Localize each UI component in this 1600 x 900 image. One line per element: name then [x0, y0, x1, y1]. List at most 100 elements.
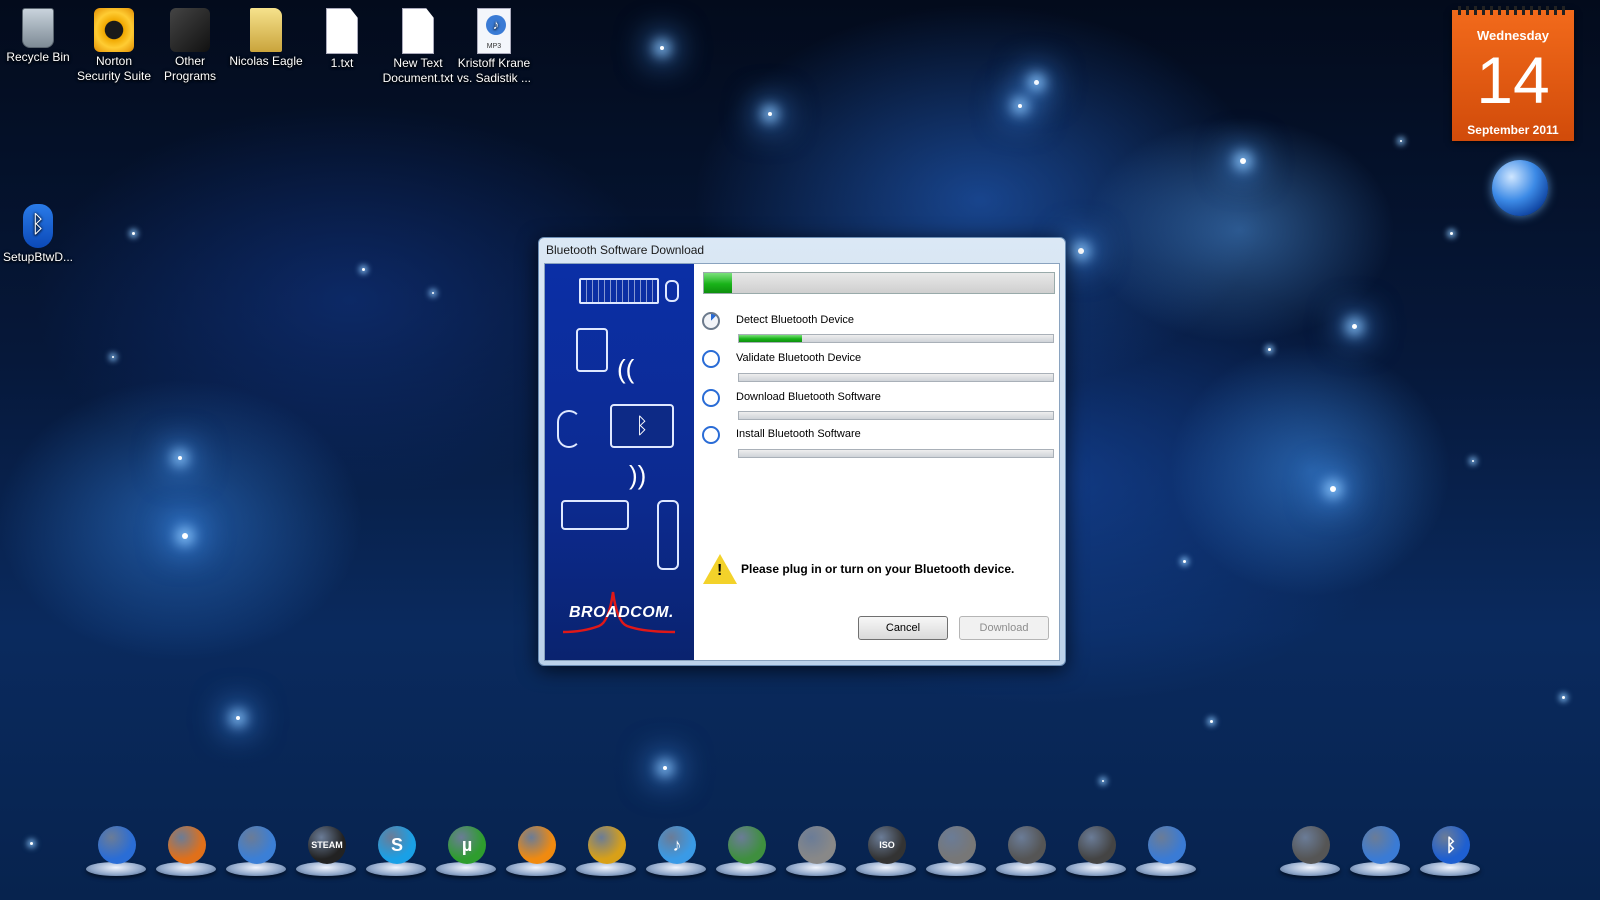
dock-pedestal: [366, 862, 426, 876]
dock-item[interactable]: [84, 818, 148, 882]
desktop-icon-nicolas-eagle[interactable]: Nicolas Eagle: [228, 2, 304, 69]
step-progress-bar: [738, 334, 1054, 343]
dock-item[interactable]: [574, 818, 638, 882]
desktop-icon-new-text-document[interactable]: New Text Document.txt: [380, 2, 456, 86]
calendar-gadget[interactable]: Wednesday 14 September 2011: [1452, 6, 1574, 141]
dock-item[interactable]: STEAM: [294, 818, 358, 882]
dock-item[interactable]: [1134, 818, 1198, 882]
step-label: Install Bluetooth Software: [736, 428, 861, 440]
desktop-icon-setup-bluetooth[interactable]: ᛒ SetupBtwD...: [0, 198, 76, 265]
dock-item[interactable]: ♪: [644, 818, 708, 882]
step-progress-bar: [738, 449, 1054, 458]
desktop-icon-recycle-bin[interactable]: Recycle Bin: [0, 2, 76, 65]
dock-pedestal: [226, 862, 286, 876]
dock-item[interactable]: [504, 818, 568, 882]
headset-icon: [557, 410, 581, 448]
folder-icon: [250, 8, 282, 52]
dock-pedestal: [1350, 862, 1410, 876]
keyboard-icon: [579, 278, 659, 304]
gamepad-icon: [798, 826, 836, 864]
remote-desktop-icon: [1292, 826, 1330, 864]
dock-item[interactable]: [1064, 818, 1128, 882]
step-progress-fill: [739, 335, 802, 342]
photo-camera-icon: [1148, 826, 1186, 864]
dock-pedestal: [436, 862, 496, 876]
dock-pedestal: [506, 862, 566, 876]
laptop-bluetooth-icon: ᛒ: [610, 404, 674, 448]
dock-pedestal: [86, 862, 146, 876]
desktop-icon-norton[interactable]: Norton Security Suite: [76, 2, 152, 84]
overall-progress-fill: [704, 273, 732, 293]
dock-item[interactable]: [1348, 818, 1412, 882]
iso-disc-icon: ISO: [868, 826, 906, 864]
dock-pedestal: [576, 862, 636, 876]
recycle-bin-icon: [22, 8, 54, 48]
step-label: Validate Bluetooth Device: [736, 352, 862, 364]
dock-pedestal: [1420, 862, 1480, 876]
desktop-icon-label: Recycle Bin: [6, 50, 70, 64]
bluetooth-icon: ᛒ: [1432, 826, 1470, 864]
windows-start-icon: [98, 826, 136, 864]
wireless-signal-icon: )): [629, 460, 647, 490]
desktop-icon-label: Nicolas Eagle: [229, 54, 303, 68]
game-tools-icon: [938, 826, 976, 864]
dock-item[interactable]: ᛒ: [1418, 818, 1482, 882]
step-progress-bar: [738, 373, 1054, 382]
bluetooth-setup-icon: ᛒ: [23, 204, 53, 248]
desktop-icon-other-programs[interactable]: Other Programs: [152, 2, 228, 84]
desktop-icon-mp3[interactable]: MP3 Kristoff Krane vs. Sadistik ...: [456, 2, 532, 86]
download-button[interactable]: Download: [959, 616, 1049, 640]
desktop-icon-label: 1.txt: [330, 56, 354, 70]
printer-icon: [561, 500, 629, 530]
step-label: Download Bluetooth Software: [736, 391, 881, 403]
network-globe-gadget-icon[interactable]: [1492, 160, 1548, 216]
dock-pedestal: [1280, 862, 1340, 876]
dock-pedestal: [1136, 862, 1196, 876]
step-status-icon: [702, 426, 720, 444]
camera-icon: [1008, 826, 1046, 864]
steam-icon: STEAM: [308, 826, 346, 864]
dock-item[interactable]: [924, 818, 988, 882]
step-progress-bar: [738, 411, 1054, 420]
dock-item[interactable]: µ: [434, 818, 498, 882]
mouse-icon: [665, 280, 679, 302]
mp3-badge: MP3: [486, 43, 502, 50]
pda-icon: [576, 328, 608, 372]
dock-item[interactable]: [714, 818, 778, 882]
video-camera-icon: [1078, 826, 1116, 864]
firefox-icon: [168, 826, 206, 864]
broadcom-sidebar: (( ᛒ )) BROADCOM.: [545, 264, 694, 660]
bluetooth-download-dialog: Bluetooth Software Download (( ᛒ )) BROA…: [538, 237, 1066, 666]
dock-item[interactable]: ISO: [854, 818, 918, 882]
cancel-button[interactable]: Cancel: [858, 616, 948, 640]
dialog-title[interactable]: Bluetooth Software Download: [539, 238, 1065, 260]
dock-item[interactable]: S: [364, 818, 428, 882]
dock-item[interactable]: [224, 818, 288, 882]
desktop-icon-label: New Text Document.txt: [382, 56, 454, 85]
skype-icon: S: [378, 826, 416, 864]
calendar-month-year: September 2011: [1467, 123, 1559, 137]
dock-item[interactable]: [994, 818, 1058, 882]
calendar-weekday: Wednesday: [1476, 28, 1549, 43]
dock-pedestal: [996, 862, 1056, 876]
dock-pedestal: [1066, 862, 1126, 876]
norton-icon: [94, 8, 134, 52]
broadcom-brand: BROADCOM.: [569, 604, 674, 621]
calendar-rings: [1458, 6, 1568, 15]
step-status-icon: [702, 389, 720, 407]
desktop-icon-label: Norton Security Suite: [76, 54, 152, 83]
mp3-file-icon: MP3: [477, 8, 511, 54]
dock-pedestal: [156, 862, 216, 876]
desktop-icon-1-txt[interactable]: 1.txt: [304, 2, 380, 71]
dock-item[interactable]: [1278, 818, 1342, 882]
dialog-client-area: (( ᛒ )) BROADCOM. Detect Bluetooth Devic…: [544, 263, 1060, 661]
dock-item[interactable]: [154, 818, 218, 882]
hardware-tools-icon: [728, 826, 766, 864]
nero-disc-icon: [588, 826, 626, 864]
status-message: Please plug in or turn on your Bluetooth…: [741, 562, 1015, 576]
dock-pedestal: [856, 862, 916, 876]
dock-pedestal: [646, 862, 706, 876]
warning-icon: !: [703, 554, 737, 584]
dock-item[interactable]: [784, 818, 848, 882]
text-file-icon: [402, 8, 434, 54]
